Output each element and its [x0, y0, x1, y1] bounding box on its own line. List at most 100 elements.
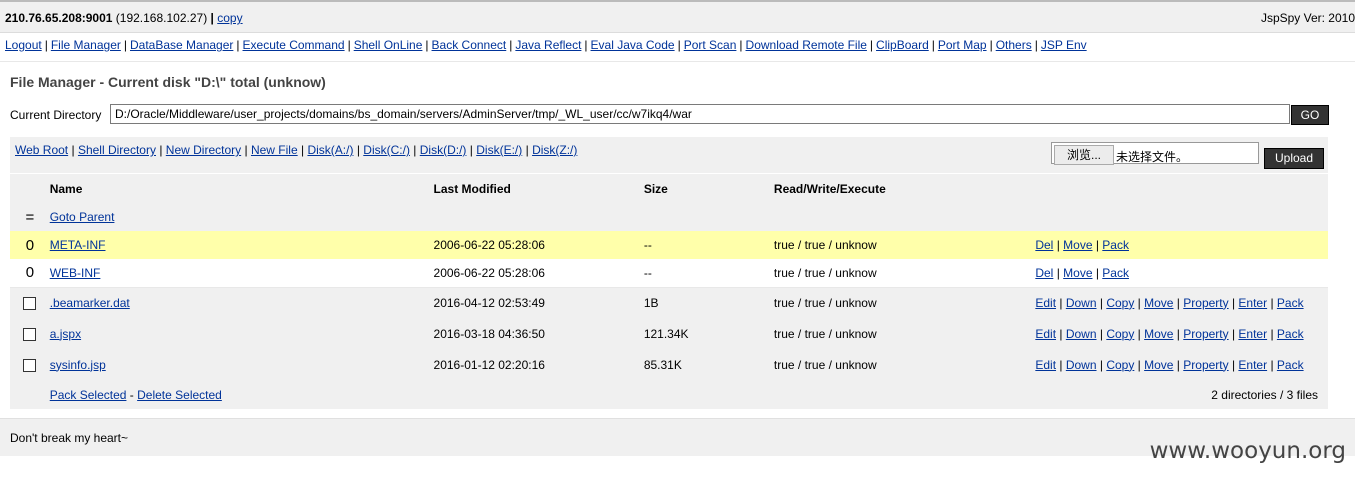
size-cell: -- — [643, 265, 652, 280]
delete-selected-link[interactable]: Delete Selected — [137, 388, 222, 402]
move-link[interactable]: Move — [1063, 238, 1092, 252]
table-row: .beamarker.dat 2016-04-12 02:53:49 1B tr… — [10, 287, 1328, 318]
nav-back-connect[interactable]: Back Connect — [432, 38, 507, 52]
edit-link[interactable]: Edit — [1035, 327, 1056, 341]
down-link[interactable]: Down — [1066, 358, 1097, 372]
pack-link[interactable]: Pack — [1102, 266, 1129, 280]
folder-icon: 0 — [25, 236, 35, 254]
web-root-link[interactable]: Web Root — [15, 143, 68, 157]
goto-parent-row: = Goto Parent — [10, 203, 1328, 231]
summary-text: 2 directories / 3 files — [1211, 387, 1318, 402]
new-directory-link[interactable]: New Directory — [166, 143, 241, 157]
current-directory-input[interactable]: D:/Oracle/Middleware/user_projects/domai… — [110, 104, 1290, 124]
pack-link[interactable]: Pack — [1277, 296, 1304, 310]
pack-link[interactable]: Pack — [1277, 358, 1304, 372]
nav-eval-java-code[interactable]: Eval Java Code — [591, 38, 675, 52]
rwx-cell: true / true / unknow — [773, 265, 877, 280]
rwx-cell: true / true / unknow — [773, 238, 877, 252]
goto-parent-link[interactable]: Goto Parent — [50, 210, 115, 224]
host-address: 210.76.65.208:9001 — [5, 11, 113, 25]
header-bar: 210.76.65.208:9001 (192.168.102.27) | co… — [0, 2, 1355, 33]
copy-file-link[interactable]: Copy — [1106, 296, 1134, 310]
header-name: Name — [49, 181, 83, 196]
header-rwx: Read/Write/Execute — [773, 181, 886, 196]
nav-jsp-env[interactable]: JSP Env — [1041, 38, 1087, 52]
host-info: 210.76.65.208:9001 (192.168.102.27) | co… — [5, 11, 243, 25]
del-link[interactable]: Del — [1035, 238, 1053, 252]
folder-icon: 0 — [25, 264, 35, 282]
file-name-link[interactable]: .beamarker.dat — [50, 296, 130, 310]
copy-file-link[interactable]: Copy — [1106, 358, 1134, 372]
table-row: sysinfo.jsp 2016-01-12 02:20:16 85.31K t… — [10, 349, 1328, 380]
modified-cell: 2006-06-22 05:28:06 — [433, 238, 545, 252]
rwx-cell: true / true / unknow — [773, 295, 877, 310]
page-title: File Manager - Current disk "D:\" total … — [10, 74, 326, 90]
disk-z-link[interactable]: Disk(Z:/) — [532, 143, 577, 157]
property-link[interactable]: Property — [1183, 327, 1228, 341]
disk-a-link[interactable]: Disk(A:/) — [307, 143, 353, 157]
upload-file-input[interactable]: 浏览... 未选择文件。 — [1051, 142, 1259, 165]
header-last-modified: Last Modified — [433, 181, 511, 196]
move-link[interactable]: Move — [1144, 358, 1173, 372]
pack-selected-link[interactable]: Pack Selected — [50, 388, 127, 402]
nav-clipboard[interactable]: ClipBoard — [876, 38, 929, 52]
enter-link[interactable]: Enter — [1238, 296, 1267, 310]
down-link[interactable]: Down — [1066, 296, 1097, 310]
nav-download-remote-file[interactable]: Download Remote File — [746, 38, 867, 52]
copy-file-link[interactable]: Copy — [1106, 327, 1134, 341]
size-cell: 85.31K — [643, 357, 682, 372]
file-checkbox[interactable] — [23, 358, 37, 372]
table-row: 0 META-INF 2006-06-22 05:28:06 -- true /… — [10, 231, 1328, 259]
size-cell: 121.34K — [643, 326, 689, 341]
action-separator: - — [129, 387, 134, 402]
down-link[interactable]: Down — [1066, 327, 1097, 341]
go-button[interactable]: GO — [1291, 105, 1329, 125]
browse-button[interactable]: 浏览... — [1054, 145, 1114, 165]
enter-link[interactable]: Enter — [1238, 327, 1267, 341]
edit-link[interactable]: Edit — [1035, 358, 1056, 372]
modified-cell: 2016-01-12 02:20:16 — [433, 357, 545, 372]
copy-link[interactable]: copy — [217, 11, 242, 25]
file-name-link[interactable]: a.jspx — [50, 327, 81, 341]
nav-port-scan[interactable]: Port Scan — [684, 38, 737, 52]
new-file-link[interactable]: New File — [251, 143, 298, 157]
property-link[interactable]: Property — [1183, 358, 1228, 372]
nav-others[interactable]: Others — [996, 38, 1032, 52]
file-name-link[interactable]: sysinfo.jsp — [50, 358, 106, 372]
nav-shell-online[interactable]: Shell OnLine — [354, 38, 423, 52]
disk-e-link[interactable]: Disk(E:/) — [476, 143, 522, 157]
nav-file-manager[interactable]: File Manager — [51, 38, 121, 52]
move-link[interactable]: Move — [1144, 296, 1173, 310]
enter-link[interactable]: Enter — [1238, 358, 1267, 372]
table-footer-row: Pack Selected - Delete Selected 2 direct… — [10, 380, 1328, 409]
watermark-text: www.wooyun.org — [1149, 438, 1346, 464]
rwx-cell: true / true / unknow — [773, 326, 877, 341]
del-link[interactable]: Del — [1035, 266, 1053, 280]
nav-execute-command[interactable]: Execute Command — [243, 38, 345, 52]
nav-port-map[interactable]: Port Map — [938, 38, 987, 52]
footer-text: Don't break my heart~ — [10, 431, 129, 445]
file-table: Name Last Modified Size Read/Write/Execu… — [10, 174, 1328, 409]
disk-d-link[interactable]: Disk(D:/) — [420, 143, 467, 157]
pack-link[interactable]: Pack — [1102, 238, 1129, 252]
nav-logout[interactable]: Logout — [5, 38, 42, 52]
actions-cell: Edit | Down | Copy | Move | Property | E… — [1035, 357, 1304, 372]
pack-link[interactable]: Pack — [1277, 327, 1304, 341]
no-file-label: 未选择文件。 — [1116, 150, 1189, 164]
file-checkbox[interactable] — [23, 296, 37, 310]
file-checkbox[interactable] — [23, 327, 37, 341]
edit-link[interactable]: Edit — [1035, 296, 1056, 310]
shell-directory-link[interactable]: Shell Directory — [78, 143, 156, 157]
actions-cell: Del | Move | Pack — [1035, 238, 1129, 252]
property-link[interactable]: Property — [1183, 296, 1228, 310]
dir-name-link[interactable]: WEB-INF — [50, 266, 101, 280]
dir-name-link[interactable]: META-INF — [50, 238, 106, 252]
nav-java-reflect[interactable]: Java Reflect — [515, 38, 581, 52]
move-link[interactable]: Move — [1063, 266, 1092, 280]
actions-cell: Edit | Down | Copy | Move | Property | E… — [1035, 295, 1304, 310]
disk-c-link[interactable]: Disk(C:/) — [363, 143, 410, 157]
nav-database-manager[interactable]: DataBase Manager — [130, 38, 233, 52]
header-size: Size — [643, 181, 668, 196]
move-link[interactable]: Move — [1144, 327, 1173, 341]
upload-button[interactable]: Upload — [1264, 148, 1324, 169]
